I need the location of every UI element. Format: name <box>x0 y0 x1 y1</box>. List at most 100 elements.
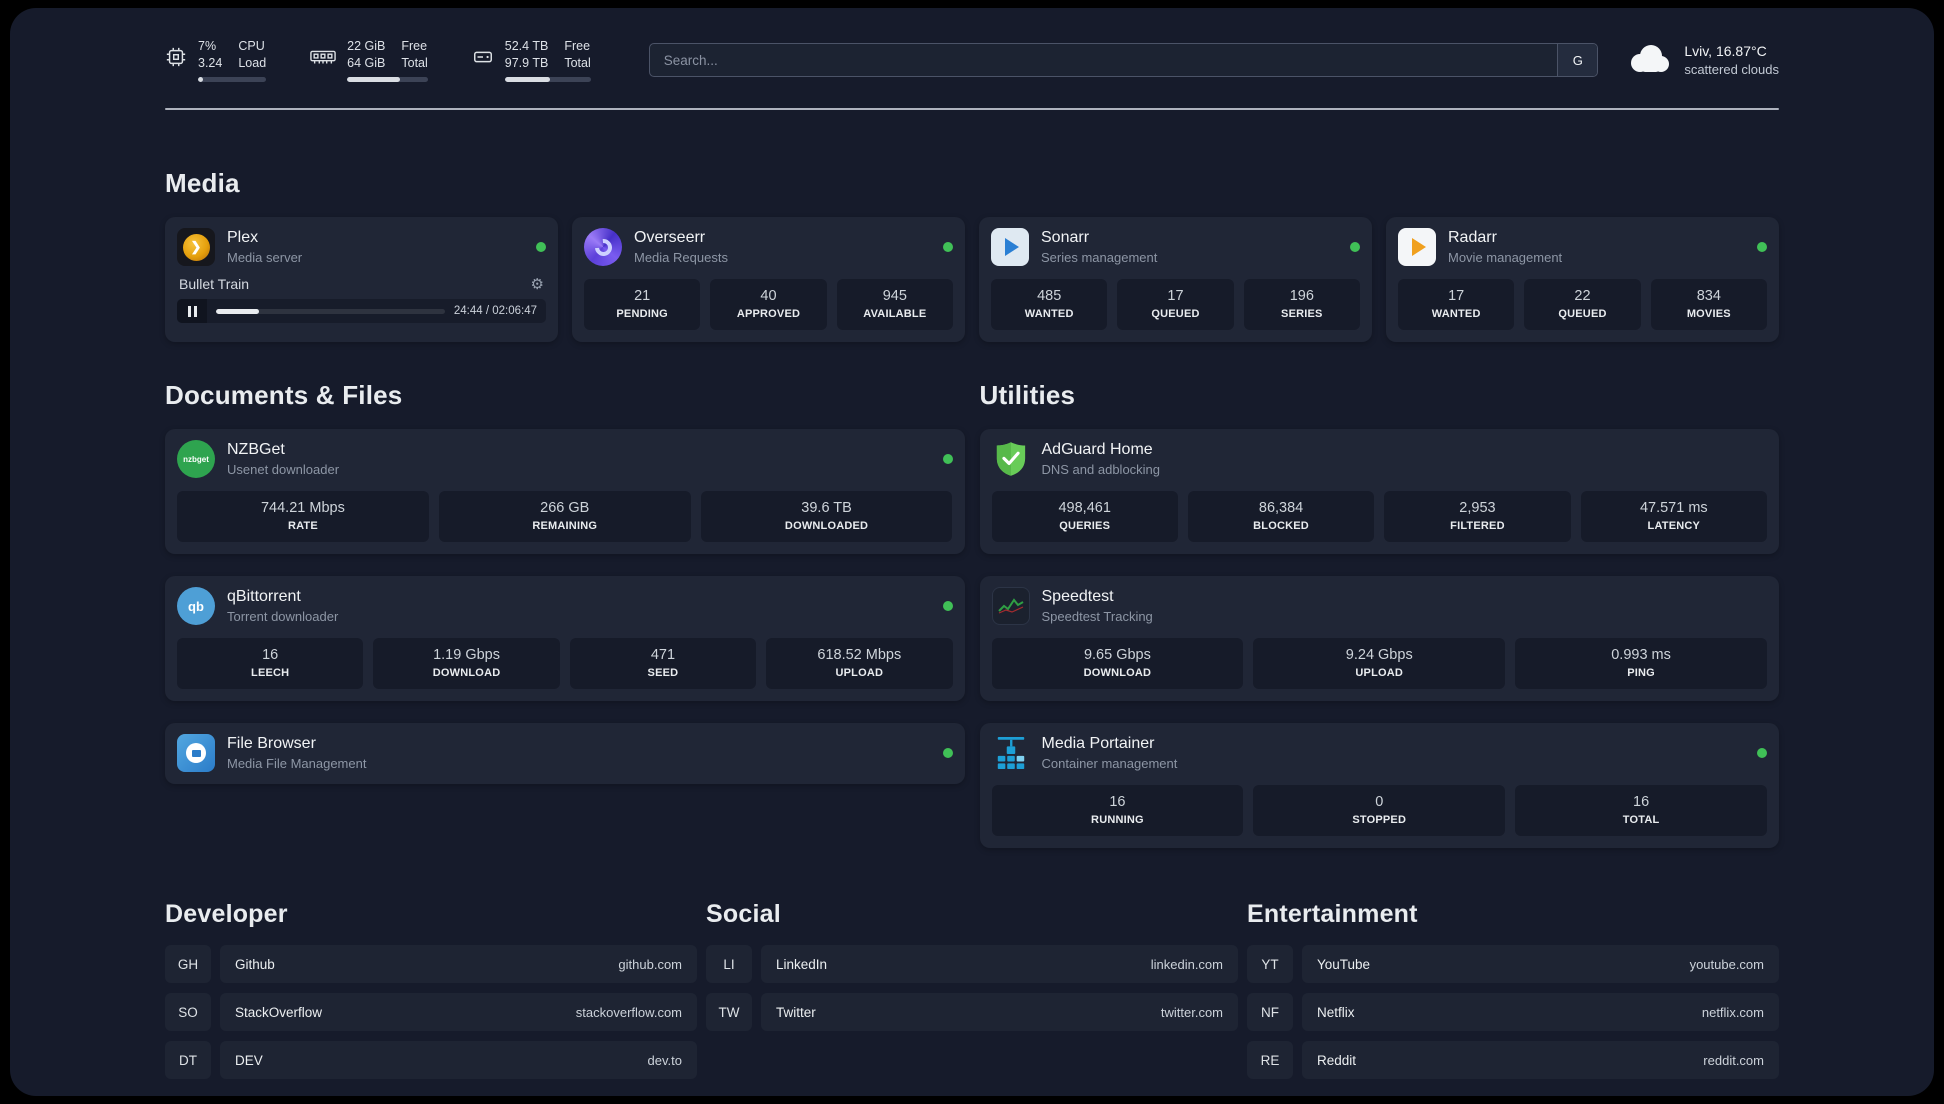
bookmark-url: stackoverflow.com <box>575 1004 682 1020</box>
stat-upload: 9.24 Gbps UPLOAD <box>1253 638 1506 689</box>
stat-label: FILTERED <box>1450 520 1505 532</box>
status-dot <box>1350 242 1360 252</box>
app-card-nzbget[interactable]: nzbget NZBGet Usenet downloader 744.21 M… <box>165 429 965 554</box>
stat-label: DOWNLOAD <box>432 667 501 679</box>
stat-value: 485 <box>1037 288 1062 304</box>
search-engine-button[interactable]: G <box>1557 44 1598 76</box>
ram-total-value: 64 GiB <box>347 56 386 70</box>
stat-label: RUNNING <box>1091 814 1144 826</box>
stat-seed: 471 SEED <box>569 638 757 689</box>
bookmark-url: github.com <box>618 956 682 972</box>
stat-download: 9.65 Gbps DOWNLOAD <box>991 638 1244 689</box>
stat-queued: 17 QUEUED <box>1117 279 1234 330</box>
plex-icon: ❯ <box>177 228 215 266</box>
app-title: qBittorrent <box>227 588 301 605</box>
stat-label: REMAINING <box>532 520 598 532</box>
app-card-adguard[interactable]: AdGuard Home DNS and adblocking 498,461 Q… <box>979 429 1779 554</box>
stat-label: PENDING <box>616 308 668 320</box>
bookmark-abbr: DT <box>165 1041 211 1079</box>
bookmark-link: Reddit reddit.com <box>1302 1041 1779 1079</box>
bookmark-reddit[interactable]: RE Reddit reddit.com <box>1247 1041 1779 1079</box>
bookmark-netflix[interactable]: NF Netflix netflix.com <box>1247 993 1779 1031</box>
cpu-percent: 7% <box>198 39 217 53</box>
stat-downloaded: 39.6 TB DOWNLOADED <box>700 491 953 542</box>
app-card-radarr[interactable]: Radarr Movie management 17 WANTED 22 QUEUE… <box>1386 217 1779 342</box>
pause-button[interactable] <box>177 299 207 323</box>
bookmark-stackoverflow[interactable]: SO StackOverflow stackoverflow.com <box>165 993 697 1031</box>
stat-value: 498,461 <box>1058 500 1111 516</box>
bookmark-abbr: TW <box>706 993 752 1031</box>
bookmark-url: twitter.com <box>1160 1004 1223 1020</box>
overseerr-icon <box>584 228 622 266</box>
app-subtitle: Media File Management <box>227 756 367 771</box>
cpu-widget: 7% 3.24 CPU Load <box>165 38 267 82</box>
stat-available: 945 AVAILABLE <box>836 279 953 330</box>
app-card-plex[interactable]: ❯ Plex Media server Bullet Train ⚙ 24:44… <box>165 217 558 342</box>
bookmark-linkedin[interactable]: LI LinkedIn linkedin.com <box>706 945 1238 983</box>
stat-label: QUERIES <box>1059 520 1111 532</box>
stat-movies: 834 MOVIES <box>1650 279 1767 330</box>
stat-value: 266 GB <box>540 500 590 516</box>
bookmark-name: DEV <box>235 1052 263 1068</box>
stat-label: SEED <box>647 667 679 679</box>
stat-series: 196 SERIES <box>1243 279 1360 330</box>
player-settings-icon[interactable]: ⚙ <box>531 277 544 292</box>
app-title: Speedtest <box>1041 588 1114 605</box>
app-card-filebrowser[interactable]: File Browser Media File Management <box>165 723 965 784</box>
playback-progress-bar[interactable] <box>216 308 445 314</box>
stat-value: 47.571 ms <box>1639 500 1708 516</box>
bookmark-dev[interactable]: DT DEV dev.to <box>165 1041 697 1079</box>
bookmark-youtube[interactable]: YT YouTube youtube.com <box>1247 945 1779 983</box>
stat-label: WANTED <box>1431 308 1481 320</box>
stat-value: 40 <box>760 288 777 304</box>
app-subtitle: Usenet downloader <box>227 462 340 477</box>
stat-value: 196 <box>1289 288 1314 304</box>
stat-label: WANTED <box>1024 308 1074 320</box>
app-title: File Browser <box>227 735 316 752</box>
bookmark-url: reddit.com <box>1703 1052 1764 1068</box>
status-dot <box>942 748 953 758</box>
disk-free-label: Free <box>564 39 591 53</box>
app-card-qbittorrent[interactable]: qb qBittorrent Torrent downloader 16 LEEC… <box>165 576 965 701</box>
bookmark-abbr: YT <box>1247 945 1293 983</box>
bookmark-group-entertainment: Entertainment YT YouTube youtube.com NF … <box>1247 900 1779 1089</box>
app-card-overseerr[interactable]: Overseerr Media Requests 21 PENDING 40 APP… <box>572 217 965 342</box>
ram-widget: 22 GiB 64 GiB Free Total <box>310 38 428 82</box>
stat-label: UPLOAD <box>835 667 884 679</box>
app-card-sonarr[interactable]: Sonarr Series management 485 WANTED 17 QUE… <box>979 217 1372 342</box>
app-card-portainer[interactable]: Media Portainer Container management 16 R… <box>979 723 1779 848</box>
disk-total-label: Total <box>564 56 591 70</box>
stat-label: STOPPED <box>1352 814 1407 826</box>
radarr-icon <box>1398 228 1436 266</box>
stat-approved: 40 APPROVED <box>710 279 827 330</box>
stat-value: 834 <box>1696 288 1721 304</box>
bookmark-abbr: RE <box>1247 1041 1293 1079</box>
app-title: AdGuard Home <box>1041 441 1153 458</box>
bookmark-link: StackOverflow stackoverflow.com <box>220 993 697 1031</box>
bookmark-abbr: NF <box>1247 993 1293 1031</box>
bookmark-link: YouTube youtube.com <box>1302 945 1779 983</box>
stat-label: LEECH <box>251 667 290 679</box>
cpu-usage-bar <box>198 77 267 82</box>
stat-value: 1.19 Gbps <box>433 647 501 663</box>
bookmark-github[interactable]: GH Github github.com <box>165 945 697 983</box>
filebrowser-icon <box>177 734 215 772</box>
bookmark-link: Twitter twitter.com <box>761 993 1238 1031</box>
status-dot <box>943 242 953 252</box>
app-title: Overseerr <box>634 229 706 246</box>
media-player: Bullet Train ⚙ 24:44 / 02:06:47 <box>177 274 546 323</box>
bookmark-abbr: LI <box>706 945 752 983</box>
app-card-speedtest[interactable]: Speedtest Speedtest Tracking 9.65 Gbps DO… <box>979 576 1779 701</box>
stat-label: QUEUED <box>1558 308 1607 320</box>
disk-widget: 52.4 TB 97.9 TB Free Total <box>472 38 591 82</box>
app-title: Sonarr <box>1041 229 1090 246</box>
app-subtitle: Movie management <box>1448 250 1563 265</box>
status-dot <box>1757 748 1767 758</box>
stat-remaining: 266 GB REMAINING <box>438 491 691 542</box>
stat-total: 16 TOTAL <box>1515 785 1767 836</box>
stat-wanted: 485 WANTED <box>991 279 1108 330</box>
search-input[interactable] <box>649 44 1558 76</box>
bookmark-twitter[interactable]: TW Twitter twitter.com <box>706 993 1238 1031</box>
stat-pending: 21 PENDING <box>584 279 701 330</box>
playback-time: 24:44 / 02:06:47 <box>453 305 537 317</box>
